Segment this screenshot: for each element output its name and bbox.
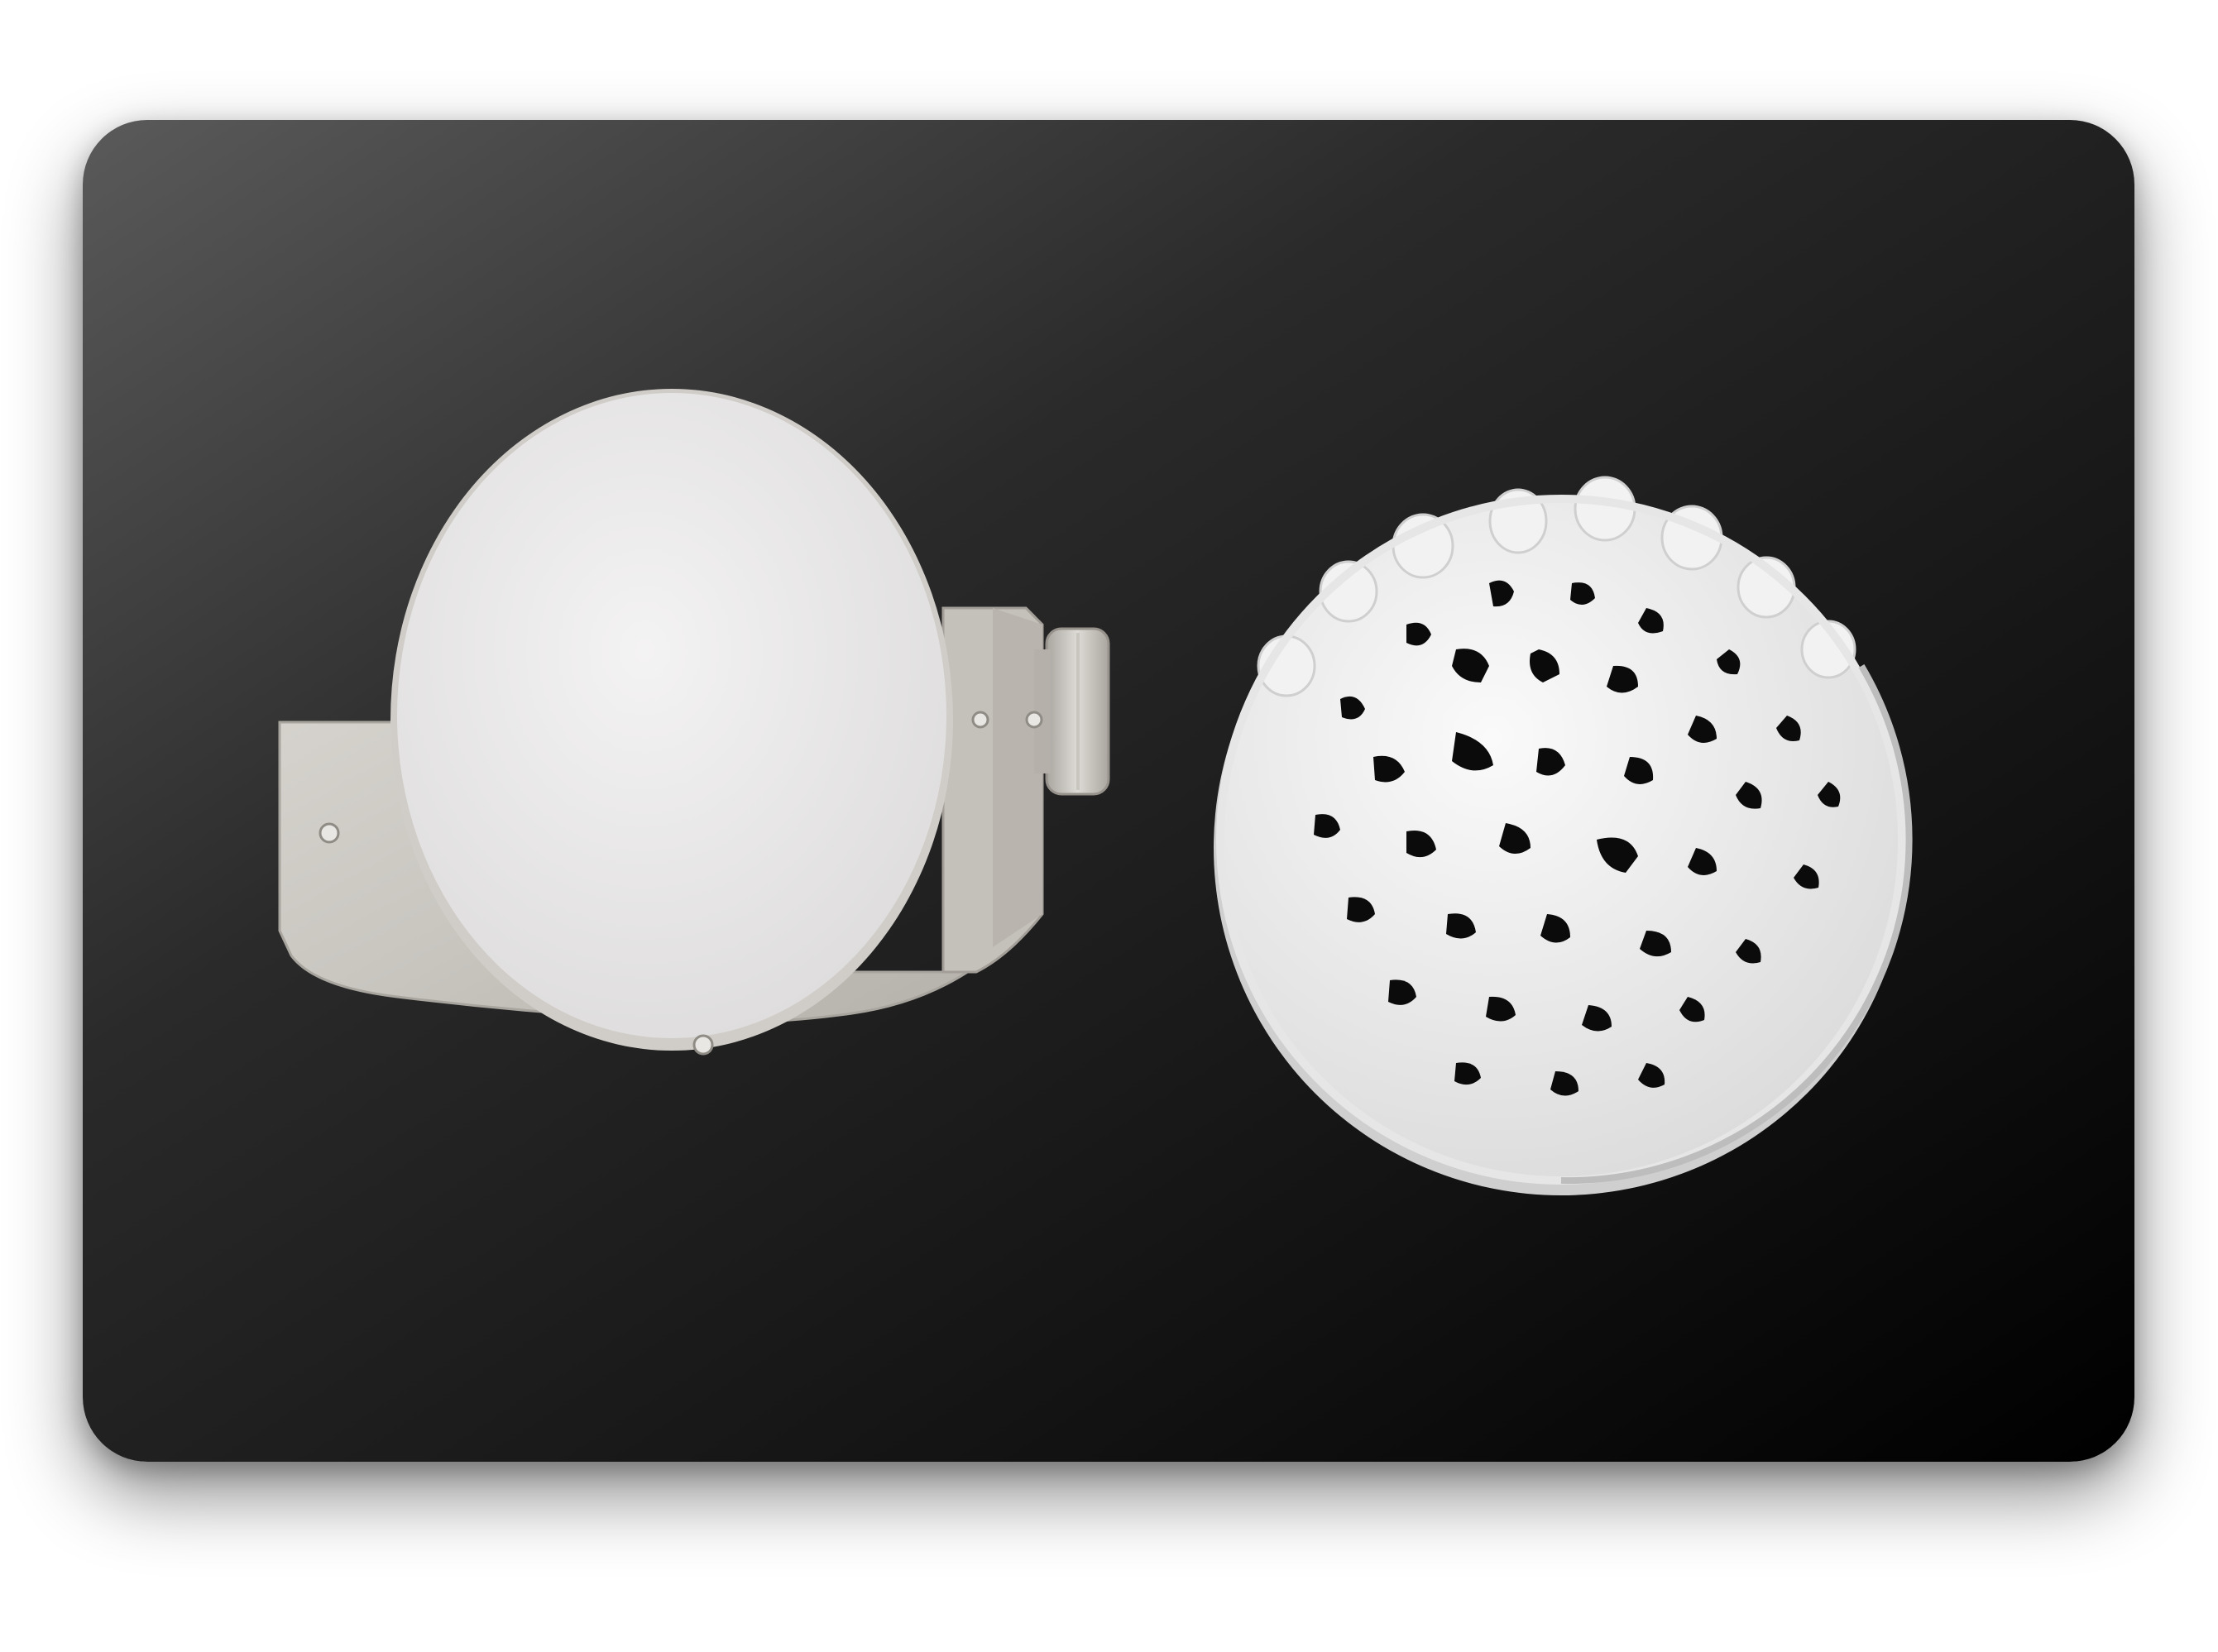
screw <box>971 711 989 729</box>
screw <box>319 822 340 844</box>
product-illustration <box>83 120 2134 1462</box>
product-photo-stage <box>0 0 2218 1652</box>
screw <box>692 1034 714 1056</box>
zirconia-blank-icon <box>397 393 946 1038</box>
screw <box>1025 711 1043 729</box>
product-card <box>83 120 2134 1462</box>
